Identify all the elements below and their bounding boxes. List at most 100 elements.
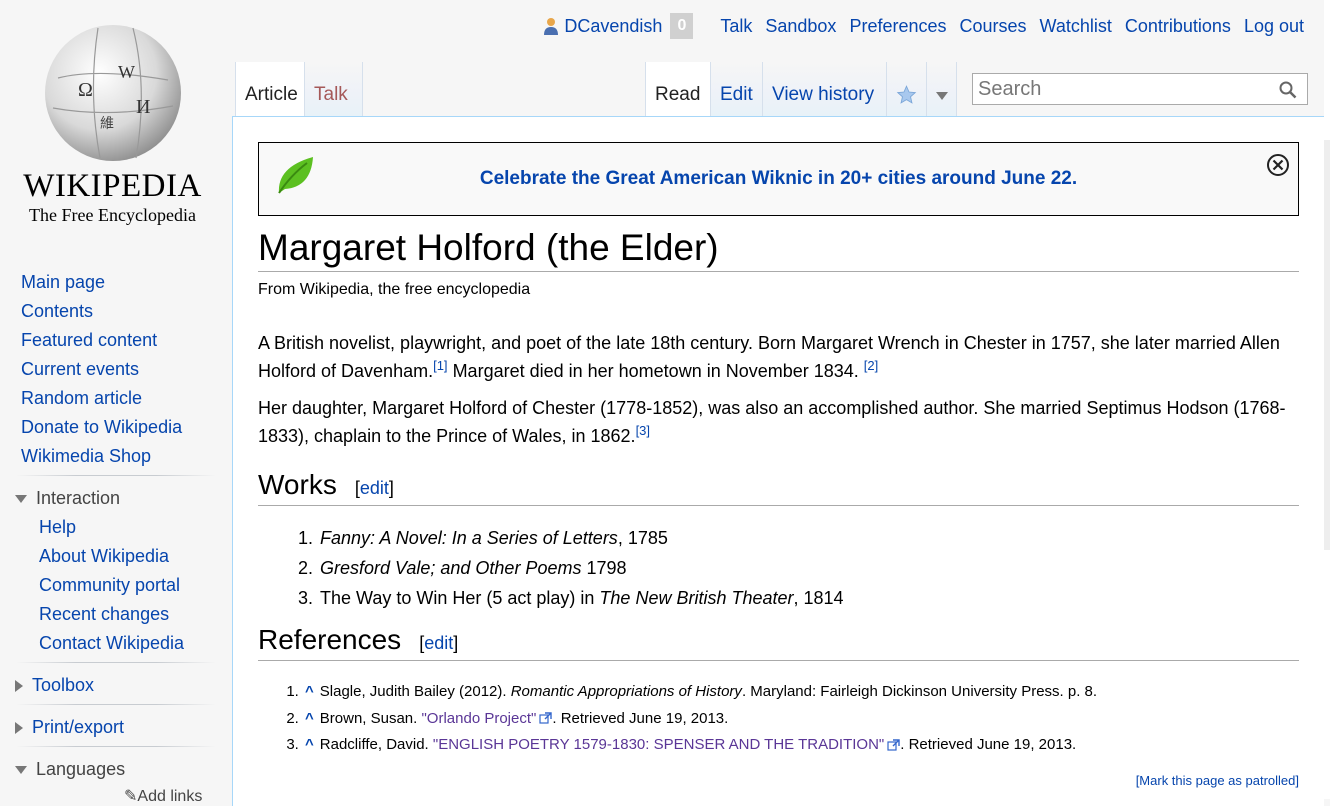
portal-toolbox-toggle[interactable]: Toolbox xyxy=(15,675,94,696)
portal-print-toggle[interactable]: Print/export xyxy=(15,717,124,738)
scrollbar-thumb[interactable] xyxy=(1324,140,1330,550)
user-icon xyxy=(544,18,559,35)
tab-edit-label: Edit xyxy=(720,84,753,105)
main-content: Celebrate the Great American Wiknic in 2… xyxy=(232,116,1324,806)
sidebar-item-contact[interactable]: Contact Wikipedia xyxy=(39,633,184,654)
paragraph-text: Her daughter, Margaret Holford of Cheste… xyxy=(258,398,1286,446)
list-item: Fanny: A Novel: In a Series of Letters, … xyxy=(318,523,844,553)
watch-star-button[interactable] xyxy=(887,62,927,116)
sidebar-item-random-article[interactable]: Random article xyxy=(21,388,142,409)
chevron-down-icon xyxy=(15,766,27,775)
personal-link-contributions[interactable]: Contributions xyxy=(1125,16,1231,37)
backlink-caret[interactable]: ^ xyxy=(305,683,314,700)
citation-link[interactable]: [2] xyxy=(864,358,878,373)
chevron-down-icon xyxy=(935,92,948,100)
citation-link[interactable]: [1] xyxy=(433,358,447,373)
wikipedia-logo[interactable]: Ω W И 維 WIKIPEDIA The Free Encyclopedia xyxy=(0,0,232,240)
personal-link-sandbox[interactable]: Sandbox xyxy=(765,16,836,37)
tab-view-history[interactable]: View history xyxy=(763,62,887,116)
portal-languages-label: Languages xyxy=(36,759,126,779)
portal-print-label: Print/export xyxy=(32,717,125,737)
search-input[interactable] xyxy=(973,74,1273,104)
paragraph-intro: A British novelist, playwright, and poet… xyxy=(258,329,1298,385)
add-links-button[interactable]: ✎Add links xyxy=(124,786,202,806)
list-item: The Way to Win Her (5 act play) in The N… xyxy=(318,583,844,613)
sidebar-item-featured-content[interactable]: Featured content xyxy=(21,330,157,351)
backlink-caret[interactable]: ^ xyxy=(305,710,314,727)
citation-link[interactable]: [3] xyxy=(636,423,650,438)
portal-interaction-toggle[interactable]: Interaction xyxy=(15,488,120,509)
svg-text:Ω: Ω xyxy=(78,79,93,101)
sidebar-item-contents[interactable]: Contents xyxy=(21,301,93,322)
reference-item: ^Slagle, Judith Bailey (2012). Romantic … xyxy=(303,679,1097,706)
tab-talk-label: Talk xyxy=(314,84,348,105)
star-icon xyxy=(896,85,917,104)
personal-link-logout[interactable]: Log out xyxy=(1244,16,1304,37)
section-edit-link[interactable]: edit xyxy=(360,478,389,498)
page-title: Margaret Holford (the Elder) xyxy=(258,227,1299,272)
list-item: Gresford Vale; and Other Poems 1798 xyxy=(318,553,844,583)
external-link-icon xyxy=(887,738,900,751)
site-tagline: From Wikipedia, the free encyclopedia xyxy=(258,281,531,298)
personal-link-preferences[interactable]: Preferences xyxy=(849,16,946,37)
external-link-icon xyxy=(539,712,553,724)
logo-tagline: The Free Encyclopedia xyxy=(29,205,196,225)
more-actions-dropdown[interactable] xyxy=(927,62,957,116)
tab-history-label: View history xyxy=(772,84,875,105)
sidebar-item-wikimedia-shop[interactable]: Wikimedia Shop xyxy=(21,446,151,467)
sidebar-item-community-portal[interactable]: Community portal xyxy=(39,575,180,596)
svg-text:И: И xyxy=(136,96,150,118)
personal-link-courses[interactable]: Courses xyxy=(960,16,1027,37)
close-icon[interactable] xyxy=(1266,153,1290,177)
section-edit: [edit] xyxy=(419,633,459,653)
sidebar-item-donate[interactable]: Donate to Wikipedia xyxy=(21,417,182,438)
reference-item: ^Radcliffe, David. "ENGLISH POETRY 1579-… xyxy=(303,732,1097,759)
section-edit-link[interactable]: edit xyxy=(424,633,453,653)
notifications-badge[interactable]: 0 xyxy=(670,13,694,39)
tab-read[interactable]: Read xyxy=(645,62,711,116)
section-heading-text: Works xyxy=(258,469,337,500)
puzzle-globe-icon: Ω W И 維 xyxy=(45,25,181,161)
tab-article[interactable]: Article xyxy=(235,62,305,116)
portal-toolbox-label: Toolbox xyxy=(32,675,95,695)
portal-languages-toggle[interactable]: Languages xyxy=(15,759,125,780)
mark-patrolled-link[interactable]: [Mark this page as patrolled] xyxy=(1136,773,1299,788)
sidebar-item-help[interactable]: Help xyxy=(39,517,76,538)
external-link[interactable]: "Orlando Project" xyxy=(421,710,536,727)
sidebar-item-about[interactable]: About Wikipedia xyxy=(39,546,169,567)
section-edit: [edit] xyxy=(354,478,394,498)
paragraph-daughter: Her daughter, Margaret Holford of Cheste… xyxy=(258,394,1298,450)
sidebar-divider xyxy=(16,662,216,663)
sidebar-divider xyxy=(16,746,216,747)
portal-interaction-label: Interaction xyxy=(36,488,121,508)
reference-item: ^Brown, Susan. "Orlando Project". Retrie… xyxy=(303,706,1097,733)
add-links-label: Add links xyxy=(137,788,203,805)
tab-edit[interactable]: Edit xyxy=(711,62,763,116)
personal-link-watchlist[interactable]: Watchlist xyxy=(1040,16,1112,37)
section-heading-works: Works [edit] xyxy=(258,469,1299,506)
section-heading-references: References [edit] xyxy=(258,624,1299,661)
search-icon[interactable] xyxy=(1279,81,1297,99)
sidebar-item-recent-changes[interactable]: Recent changes xyxy=(39,604,169,625)
references-list: ^Slagle, Judith Bailey (2012). Romantic … xyxy=(258,679,1097,759)
scrollbar[interactable] xyxy=(1324,0,1330,799)
banner-message-link[interactable]: Celebrate the Great American Wiknic in 2… xyxy=(259,168,1298,190)
sidebar-item-current-events[interactable]: Current events xyxy=(21,359,139,380)
sidebar-divider xyxy=(16,704,216,705)
external-link[interactable]: "ENGLISH POETRY 1579-1830: SPENSER AND T… xyxy=(433,736,884,753)
personal-tools: DCavendish 0 Talk Sandbox Preferences Co… xyxy=(544,13,1304,39)
username-link[interactable]: DCavendish xyxy=(564,16,662,37)
sidebar-item-main-page[interactable]: Main page xyxy=(21,272,105,293)
tab-read-label: Read xyxy=(655,84,701,105)
works-list: Fanny: A Novel: In a Series of Letters, … xyxy=(258,523,844,613)
svg-text:W: W xyxy=(118,62,135,82)
chevron-down-icon xyxy=(15,495,27,504)
section-heading-text: References xyxy=(258,624,402,655)
backlink-caret[interactable]: ^ xyxy=(305,736,314,753)
paragraph-text: Margaret died in her hometown in Novembe… xyxy=(447,361,864,381)
chevron-right-icon xyxy=(15,680,23,693)
tab-talk[interactable]: Talk xyxy=(305,62,363,116)
personal-link-talk[interactable]: Talk xyxy=(720,16,752,37)
site-notice-banner: Celebrate the Great American Wiknic in 2… xyxy=(258,142,1299,216)
search-box xyxy=(972,73,1308,105)
